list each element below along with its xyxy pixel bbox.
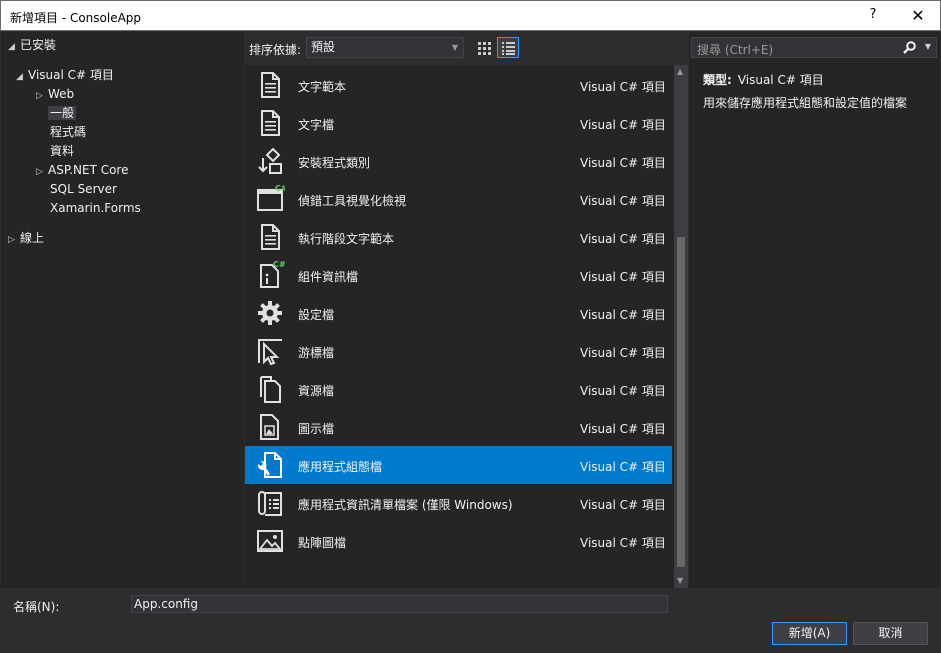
cursor-icon xyxy=(258,339,282,366)
detail-type: 類型: Visual C# 項目 xyxy=(703,73,824,87)
list-toolbar: 排序依據: 預設 ▼ xyxy=(245,32,673,64)
icon-file-icon xyxy=(260,414,279,440)
tree-node-visual-csharp[interactable]: ◢ Visual C# 項目 xyxy=(16,66,114,85)
app-config-icon xyxy=(257,452,282,478)
template-row[interactable]: 設定檔 Visual C# 項目 xyxy=(245,294,672,332)
expanded-arrow-icon[interactable]: ◢ xyxy=(8,38,20,57)
list-view-icon xyxy=(502,42,515,55)
scroll-down-icon[interactable]: ▼ xyxy=(677,576,683,585)
add-button[interactable]: 新增(A) xyxy=(772,622,847,645)
tree-node-aspnet-core[interactable]: ▷ ASP.NET Core xyxy=(36,161,128,180)
template-row[interactable]: 資源檔 Visual C# 項目 xyxy=(245,370,672,408)
search-icon[interactable] xyxy=(903,41,916,54)
dialog-footer: 名稱(N): 新增(A) 取消 xyxy=(1,588,940,652)
expanded-arrow-icon[interactable]: ◢ xyxy=(16,68,28,87)
title-bar: 新增項目 - ConsoleApp ? ✕ xyxy=(0,0,941,31)
collapsed-arrow-icon[interactable]: ▷ xyxy=(36,163,48,182)
collapsed-arrow-icon[interactable]: ▷ xyxy=(36,87,48,106)
sort-label: 排序依據: xyxy=(249,43,302,57)
template-row[interactable]: 圖示檔 Visual C# 項目 xyxy=(245,408,672,446)
tree-node-online[interactable]: ▷ 線上 xyxy=(8,229,44,248)
small-icons-view-button[interactable] xyxy=(473,37,495,58)
tree-node-general[interactable]: 一般 xyxy=(48,104,77,123)
tree-node-code[interactable]: 程式碼 xyxy=(50,123,86,142)
search-options-chevron-icon[interactable]: ▼ xyxy=(925,42,931,51)
template-row[interactable]: 安裝程式類別 Visual C# 項目 xyxy=(245,142,672,180)
svg-text:C#: C# xyxy=(273,260,285,269)
close-button[interactable]: ✕ xyxy=(907,6,929,25)
cancel-button[interactable]: 取消 xyxy=(853,622,928,645)
debugger-visualizer-icon: C# xyxy=(257,184,285,211)
template-row[interactable]: 游標檔 Visual C# 項目 xyxy=(245,332,672,370)
template-row[interactable]: 執行階段文字範本 Visual C# 項目 xyxy=(245,218,672,256)
settings-gear-icon xyxy=(258,301,282,325)
template-row[interactable]: 文字範本 Visual C# 項目 xyxy=(245,66,672,104)
resource-file-icon xyxy=(260,376,281,403)
template-list: 文字範本 Visual C# 項目 文字檔 Visual C# 項目 安裝程式類… xyxy=(245,65,688,588)
template-row-selected[interactable]: 應用程式組態檔 Visual C# 項目 xyxy=(245,446,672,484)
tree-node-data[interactable]: 資料 xyxy=(50,142,74,161)
template-row[interactable]: 點陣圖檔 Visual C# 項目 xyxy=(245,522,672,560)
chevron-down-icon: ▼ xyxy=(451,43,458,52)
sort-dropdown[interactable]: 預設 ▼ xyxy=(306,37,464,58)
scroll-up-icon[interactable]: ▲ xyxy=(677,67,683,76)
template-tree: ◢ 已安裝 ◢ Visual C# 項目 ▷ Web 一般 程式碼 資料 ▷ ASP.N… xyxy=(1,32,244,588)
list-view-button[interactable] xyxy=(497,37,519,58)
template-row[interactable]: 應用程式資訊清單檔案 (僅限 Windows) Visual C# 項目 xyxy=(245,484,672,522)
template-row[interactable]: C# 偵錯工具視覺化檢視 Visual C# 項目 xyxy=(245,180,672,218)
grid-view-icon xyxy=(478,42,491,55)
detail-description: 用來儲存應用程式組態和設定值的檔案 xyxy=(703,96,908,110)
text-template-icon xyxy=(261,72,280,98)
help-button[interactable]: ? xyxy=(865,7,881,22)
runtime-text-template-icon xyxy=(261,224,280,250)
app-manifest-icon xyxy=(258,491,282,516)
name-label: 名稱(N): xyxy=(13,600,60,614)
svg-text:C#: C# xyxy=(275,184,285,193)
tree-node-xamarin-forms[interactable]: Xamarin.Forms xyxy=(50,199,141,218)
scroll-thumb[interactable] xyxy=(677,237,685,567)
text-file-icon xyxy=(261,110,280,136)
collapsed-arrow-icon[interactable]: ▷ xyxy=(8,231,20,250)
installer-class-icon xyxy=(258,147,282,174)
tree-node-web[interactable]: ▷ Web xyxy=(36,85,74,104)
tree-node-sql-server[interactable]: SQL Server xyxy=(50,180,117,199)
vertical-scrollbar[interactable]: ▲ ▼ xyxy=(674,65,688,588)
search-input[interactable]: 搜尋 (Ctrl+E) xyxy=(697,41,773,58)
tree-node-installed[interactable]: ◢ 已安裝 xyxy=(8,36,56,55)
details-panel: 搜尋 (Ctrl+E) ▼ 類型: Visual C# 項目 用來儲存應用程式組態… xyxy=(689,32,940,588)
template-row[interactable]: 文字檔 Visual C# 項目 xyxy=(245,104,672,142)
assembly-info-icon: C# xyxy=(260,260,285,288)
window-title: 新增項目 - ConsoleApp xyxy=(10,11,142,25)
bitmap-icon xyxy=(257,530,283,552)
search-box[interactable]: 搜尋 (Ctrl+E) ▼ xyxy=(691,37,937,58)
template-row[interactable]: C# 組件資訊檔 Visual C# 項目 xyxy=(245,256,672,294)
name-input[interactable] xyxy=(131,595,668,613)
